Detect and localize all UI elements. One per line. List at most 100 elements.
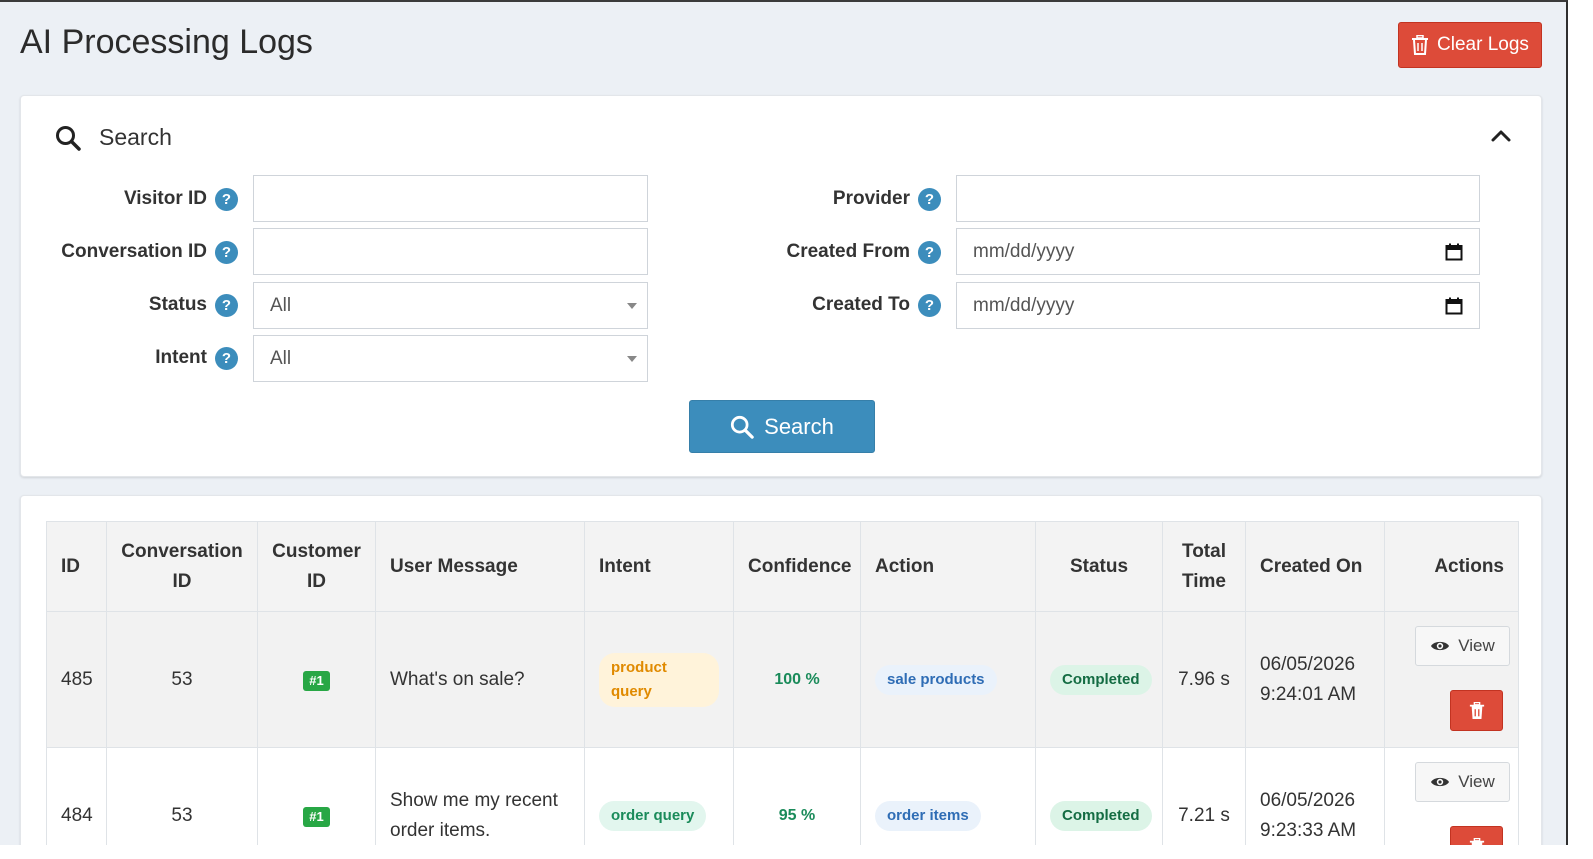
delete-button[interactable]	[1450, 690, 1503, 731]
delete-button[interactable]	[1450, 826, 1503, 845]
cell-action: sale products	[860, 611, 1036, 748]
created-to-date-input[interactable]: mm/dd/yyyy	[956, 282, 1480, 329]
intent-badge: order query	[599, 801, 707, 831]
header-actions: Actions	[1384, 521, 1519, 612]
intent-select-value: All	[270, 347, 292, 369]
trash-icon	[1469, 837, 1484, 845]
provider-label-text: Provider	[832, 188, 910, 209]
cell-action: order items	[860, 747, 1036, 845]
cell-intent: order query	[584, 747, 734, 845]
header-conversation-id-line2: ID	[172, 570, 192, 592]
cell-customer-id: #1	[257, 747, 376, 845]
customer-badge[interactable]: #1	[303, 806, 330, 827]
header-user-message[interactable]: User Message	[375, 521, 585, 612]
search-button-label: Search	[764, 413, 834, 439]
question-circle-icon[interactable]: ?	[215, 346, 238, 370]
intent-label: Intent ?	[38, 335, 238, 381]
cell-actions: View	[1384, 747, 1519, 845]
clear-logs-label: Clear Logs	[1437, 34, 1529, 55]
visitor-id-input[interactable]	[253, 175, 648, 222]
intent-label-text: Intent	[155, 347, 207, 368]
header-action-text: Action	[875, 555, 935, 577]
provider-input[interactable]	[956, 175, 1480, 222]
search-panel-header: Search	[55, 124, 172, 151]
header-action[interactable]: Action	[860, 521, 1036, 612]
calendar-icon[interactable]	[1445, 243, 1463, 261]
action-badge: sale products	[875, 665, 997, 695]
created-time: 9:24:01 AM	[1260, 683, 1357, 705]
question-circle-icon[interactable]: ?	[918, 293, 941, 317]
header-intent-text: Intent	[599, 555, 651, 577]
table-row: 485 53 #1 What's on sale? product query …	[46, 611, 1519, 748]
created-to-value: mm/dd/yyyy	[973, 294, 1075, 316]
table-header-row: ID Conversation ID Customer ID User Mess…	[46, 521, 1519, 612]
cell-user-message: Show me my recent order items.	[375, 747, 585, 845]
cell-id: 484	[46, 747, 107, 845]
status-label: Status ?	[38, 282, 238, 328]
question-circle-icon[interactable]: ?	[918, 240, 941, 264]
question-circle-icon[interactable]: ?	[918, 187, 941, 211]
status-select-value: All	[270, 294, 292, 316]
header-customer-id-line1: Customer	[272, 540, 361, 562]
created-date: 06/05/2026	[1260, 653, 1356, 675]
logs-table-panel: ID Conversation ID Customer ID User Mess…	[20, 495, 1542, 845]
visitor-id-label-text: Visitor ID	[123, 188, 207, 209]
created-date: 06/05/2026	[1260, 789, 1356, 811]
view-button[interactable]: View	[1415, 626, 1510, 666]
header-created-on[interactable]: Created On	[1245, 521, 1385, 612]
view-button[interactable]: View	[1415, 762, 1510, 802]
header-status-text: Status	[1069, 555, 1129, 577]
search-icon	[56, 125, 81, 151]
trash-icon	[1412, 35, 1429, 55]
header-intent[interactable]: Intent	[584, 521, 734, 612]
table-row: 484 53 #1 Show me my recent order items.…	[46, 747, 1519, 845]
header-actions-text: Actions	[1434, 555, 1504, 577]
header-created-on-text: Created On	[1260, 555, 1363, 577]
cell-created-on: 06/05/2026 9:24:01 AM	[1245, 611, 1385, 748]
created-from-value: mm/dd/yyyy	[973, 240, 1075, 262]
logs-table: ID Conversation ID Customer ID User Mess…	[46, 521, 1519, 845]
header-total-time-line2: Time	[1181, 570, 1226, 592]
created-from-label: Created From ?	[741, 229, 941, 275]
chevron-up-icon[interactable]	[1489, 124, 1513, 148]
header-status[interactable]: Status	[1035, 521, 1163, 612]
calendar-icon[interactable]	[1445, 297, 1463, 315]
cell-conversation-id: 53	[106, 747, 258, 845]
search-panel: Search Visitor ID ? Conversation ID ? St…	[20, 95, 1542, 477]
header-confidence[interactable]: Confidence	[733, 521, 861, 612]
user-message-line1: Show me my recent	[390, 789, 558, 811]
customer-badge[interactable]: #1	[303, 670, 330, 691]
eye-icon	[1431, 641, 1450, 651]
cell-intent: product query	[584, 611, 734, 748]
intent-select[interactable]: All	[253, 335, 648, 382]
trash-icon	[1469, 701, 1484, 719]
user-message-line2: order items.	[390, 819, 491, 841]
created-from-date-input[interactable]: mm/dd/yyyy	[956, 228, 1480, 275]
action-badge: order items	[875, 801, 981, 831]
header-customer-id[interactable]: Customer ID	[257, 521, 376, 612]
question-circle-icon[interactable]: ?	[215, 240, 238, 264]
header-conversation-id[interactable]: Conversation ID	[106, 521, 258, 612]
header-customer-id-line2: ID	[307, 570, 326, 592]
search-button[interactable]: Search	[689, 400, 875, 453]
cell-status: Completed	[1035, 747, 1163, 845]
page-header: AI Processing Logs Clear Logs	[20, 20, 1542, 72]
created-time: 9:23:33 AM	[1260, 819, 1357, 841]
user-message-line1: What's on sale?	[390, 668, 525, 690]
caret-down-icon	[627, 355, 637, 362]
question-circle-icon[interactable]: ?	[215, 293, 238, 317]
status-select[interactable]: All	[253, 282, 648, 329]
provider-label: Provider ?	[741, 176, 941, 222]
question-circle-icon[interactable]: ?	[215, 187, 238, 211]
confidence-value: 100 %	[774, 671, 820, 688]
header-user-message-text: User Message	[390, 555, 518, 577]
cell-created-on: 06/05/2026 9:23:33 AM	[1245, 747, 1385, 845]
cell-confidence: 100 %	[733, 611, 861, 748]
conversation-id-input[interactable]	[253, 228, 648, 275]
header-total-time[interactable]: Total Time	[1162, 521, 1246, 612]
header-id[interactable]: ID	[46, 521, 107, 612]
view-button-label: View	[1458, 636, 1495, 655]
cell-customer-id: #1	[257, 611, 376, 748]
app-frame: AI Processing Logs Clear Logs Search Vis…	[0, 0, 1568, 845]
clear-logs-button[interactable]: Clear Logs	[1398, 22, 1542, 68]
